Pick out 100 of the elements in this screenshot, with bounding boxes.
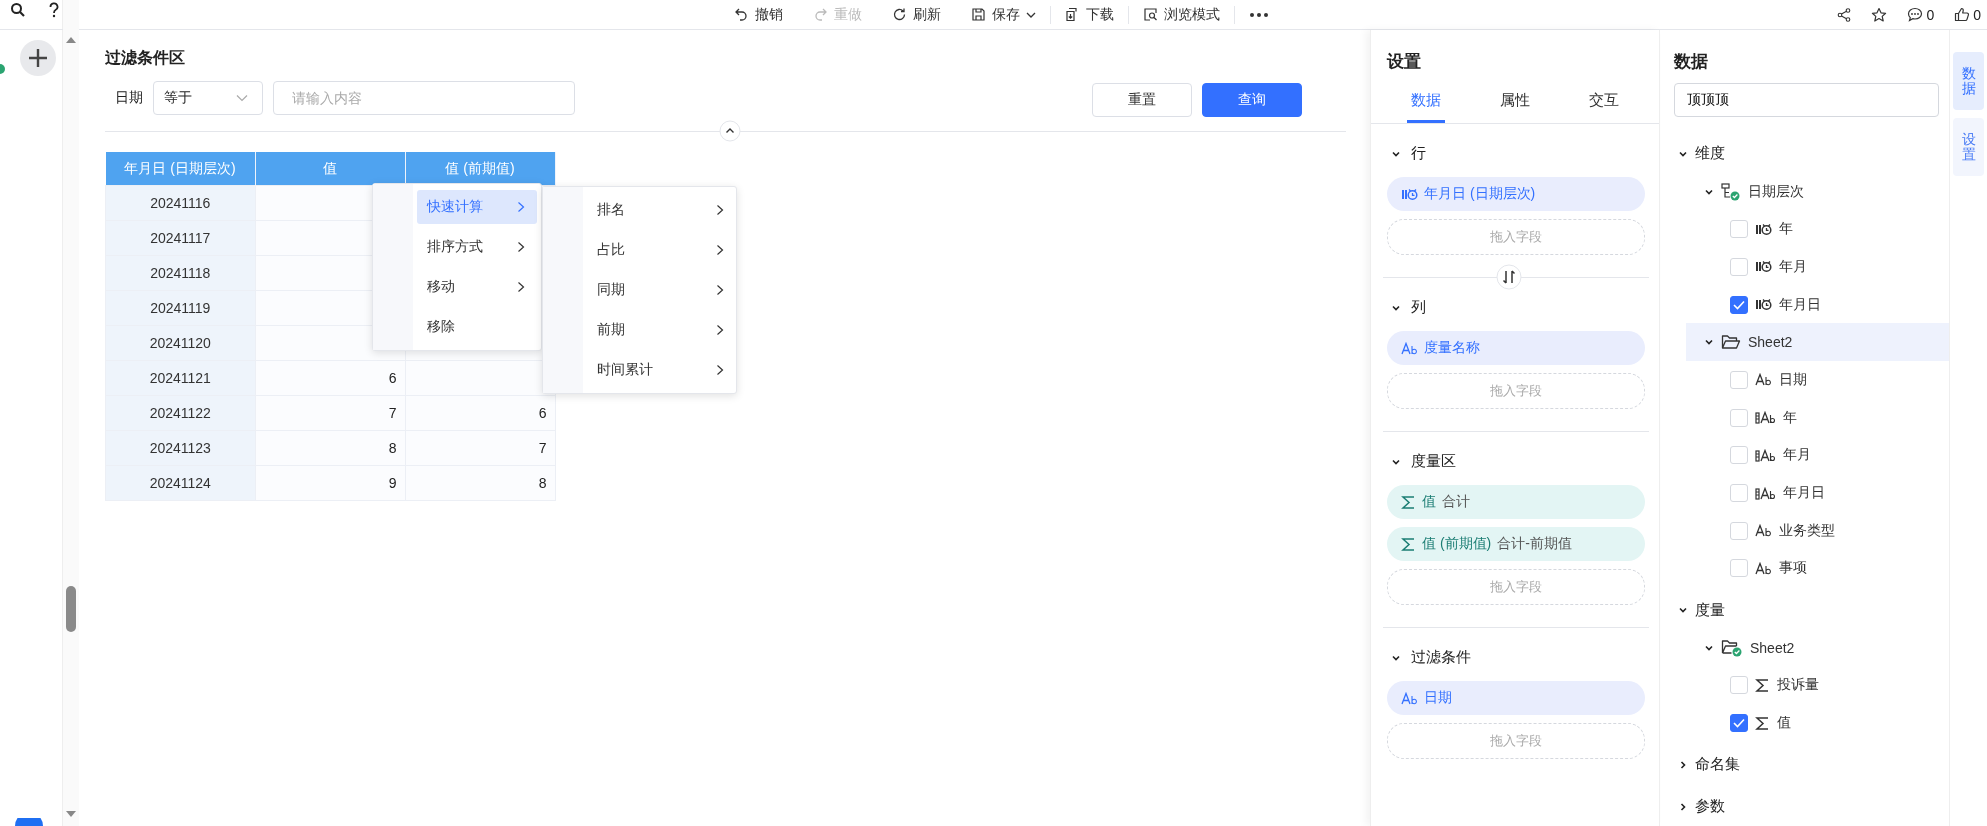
chevron-right-icon — [716, 204, 724, 216]
tree-item-label[interactable]: 事项 — [1779, 559, 1807, 578]
scrollbar-thumb[interactable] — [66, 586, 76, 632]
text-type-icon — [1755, 524, 1772, 538]
selected-tree-row[interactable]: Sheet2 — [1686, 323, 1949, 362]
tree-item-label[interactable]: Sheet2 — [1748, 334, 1793, 351]
table-cell: 8 — [255, 430, 405, 466]
menu-item[interactable]: 同期 — [587, 273, 732, 307]
refresh-icon — [892, 7, 907, 22]
toolbar-button[interactable]: 浏览模式 — [1143, 5, 1220, 24]
tree-item-label[interactable]: 值 — [1777, 714, 1791, 733]
field-pill[interactable]: 值 合计 — [1387, 485, 1645, 519]
tree-group-label[interactable]: 命名集 — [1695, 755, 1740, 775]
table-cell: 20241123 — [105, 430, 255, 466]
section-title: 过滤条件 — [1411, 648, 1471, 667]
tree-item-label[interactable]: 年月日 — [1783, 484, 1825, 503]
chevron-right-icon — [716, 324, 724, 336]
checkbox[interactable] — [1730, 714, 1748, 733]
tree-item-label[interactable]: 年月 — [1779, 257, 1807, 276]
table-cell: 20241116 — [105, 185, 255, 221]
chevron-right-icon — [716, 364, 724, 376]
calendar-clock-icon — [1755, 260, 1772, 274]
toolbar-button[interactable]: 下载 — [1065, 5, 1114, 24]
calendar-clock-icon — [1755, 298, 1772, 312]
search-icon[interactable] — [10, 2, 26, 18]
more-icon[interactable] — [1249, 11, 1269, 18]
folder-icon — [1721, 334, 1741, 351]
menu-item[interactable]: 时间累计 — [587, 353, 732, 387]
menu-item[interactable]: 排序方式 — [417, 230, 537, 264]
aggregation-label: 合计 — [1442, 493, 1470, 511]
redo-icon — [813, 7, 828, 22]
calendar-clock-icon — [1401, 187, 1418, 201]
table-cell: 20241119 — [105, 290, 255, 326]
toolbar-button[interactable]: 保存 — [971, 5, 1036, 24]
chevron-right-icon — [716, 244, 724, 256]
menu-item[interactable]: 前期 — [587, 313, 732, 347]
query-button[interactable]: 查询 — [1202, 83, 1302, 117]
chevron-right-icon[interactable] — [1678, 801, 1688, 812]
tree-group-label[interactable]: 参数 — [1695, 797, 1725, 817]
tree-group-label[interactable]: 维度 — [1695, 144, 1725, 164]
operator-dropdown[interactable]: 等于 — [153, 81, 263, 115]
scroll-down-icon[interactable] — [65, 810, 77, 818]
text-date-type-icon — [1755, 411, 1776, 425]
field-name: 值 — [1422, 493, 1436, 511]
tree-group-label[interactable]: 度量 — [1695, 600, 1725, 620]
field-pill[interactable]: 值 (前期值) 合计-前期值 — [1387, 527, 1645, 561]
menu-item[interactable]: 快速计算 — [417, 190, 537, 224]
toolbar-button[interactable]: 刷新 — [892, 5, 941, 24]
tab[interactable]: 数据 — [1406, 91, 1445, 123]
chevron-right-icon — [517, 281, 525, 293]
scroll-up-icon[interactable] — [65, 36, 77, 44]
tree-item-label[interactable]: 日期 — [1779, 370, 1807, 389]
tree-item-label[interactable]: Sheet2 — [1750, 639, 1795, 656]
reset-button[interactable]: 重置 — [1092, 83, 1192, 117]
toolbar-button[interactable]: 撤销 — [734, 5, 783, 24]
section-title: 度量区 — [1411, 452, 1456, 471]
text-date-type-icon — [1755, 486, 1776, 500]
side-tab[interactable]: 设置 — [1953, 118, 1984, 176]
tab[interactable]: 属性 — [1496, 91, 1534, 123]
tree-item-label[interactable]: 年月 — [1783, 446, 1811, 465]
caret-icon — [1026, 10, 1036, 19]
add-icon[interactable] — [20, 40, 56, 76]
filter-value-field[interactable]: 请输入内容 — [273, 81, 575, 115]
help-icon[interactable] — [48, 2, 60, 18]
swap-icon[interactable] — [1496, 264, 1522, 290]
menu-item[interactable]: 排名 — [587, 193, 732, 227]
menu-item[interactable]: 占比 — [587, 233, 732, 267]
checkbox[interactable] — [1730, 295, 1748, 314]
star-icon[interactable] — [1871, 6, 1888, 23]
tree-item-label[interactable]: 投诉量 — [1777, 676, 1819, 695]
tree-item-label[interactable]: 业务类型 — [1779, 521, 1835, 540]
tab[interactable]: 交互 — [1585, 91, 1624, 123]
tree-item-label[interactable]: 日期层次 — [1748, 182, 1804, 201]
sigma-icon — [1755, 677, 1770, 693]
tree-item-label[interactable]: 年 — [1783, 408, 1797, 427]
aggregation-label: 合计-前期值 — [1497, 535, 1572, 553]
sigma-icon — [1755, 715, 1770, 731]
field-name: 日期 — [1424, 689, 1452, 707]
menu-item[interactable]: 移除 — [417, 310, 537, 344]
chevron-right-icon[interactable] — [1678, 759, 1688, 770]
field-name: 年月日 (日期层次) — [1424, 185, 1536, 203]
text-type-icon — [1401, 691, 1418, 705]
tree-item-label[interactable]: 年 — [1779, 220, 1793, 239]
share-icon[interactable] — [1837, 7, 1852, 22]
panel-title: 设置 — [1387, 51, 1422, 73]
search-field[interactable]: 顶顶顶 — [1674, 83, 1939, 117]
side-tab[interactable]: 数据 — [1953, 52, 1984, 110]
field-pill[interactable]: 度量名称 — [1387, 331, 1645, 365]
table-cell: 20241120 — [105, 325, 255, 361]
field-pill[interactable]: 日期 — [1387, 681, 1645, 715]
text-type-icon — [1755, 561, 1772, 575]
field-pill[interactable]: 年月日 (日期层次) — [1387, 177, 1645, 211]
avatar-icon[interactable] — [12, 818, 46, 826]
like-count[interactable]: 0 — [1954, 6, 1981, 23]
table-cell: 6 — [255, 360, 405, 396]
menu-item[interactable]: 移动 — [417, 270, 537, 304]
collapse-icon[interactable] — [719, 120, 741, 142]
comment-count[interactable]: 0 — [1907, 6, 1935, 23]
tree-item-label[interactable]: 年月日 — [1779, 295, 1821, 314]
table-cell: 20241117 — [105, 220, 255, 256]
